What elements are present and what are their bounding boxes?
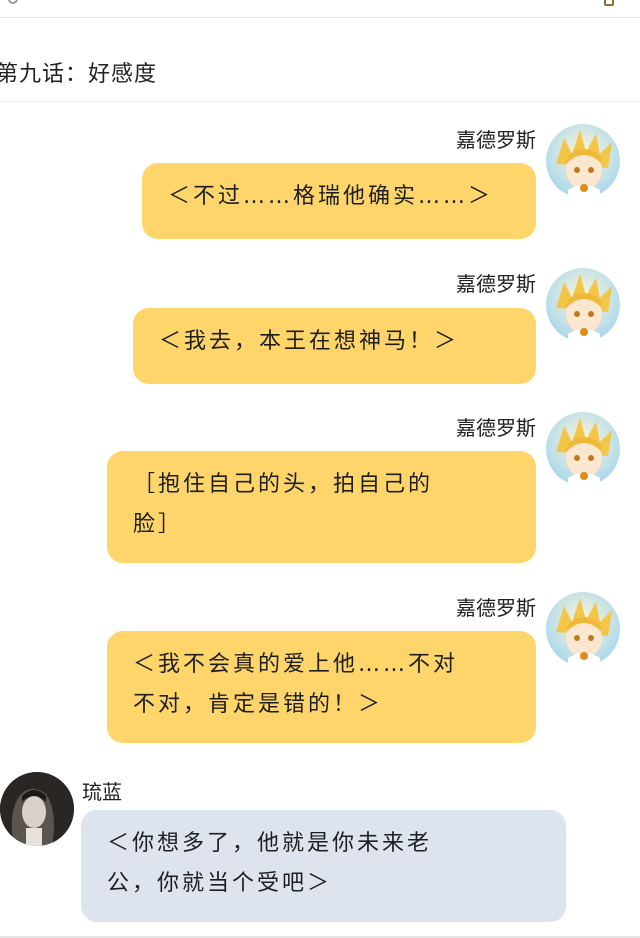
speaker-name: 嘉德罗斯 [456, 596, 536, 620]
avatar-blond-icon[interactable] [546, 268, 620, 342]
avatar-blond-icon[interactable] [546, 412, 620, 486]
message-text: ＜我去，本王在想神马！＞ [159, 329, 460, 354]
speaker-name: 嘉德罗斯 [456, 416, 536, 440]
message-text-line: ＜你想多了，他就是你未来老 [107, 831, 433, 856]
message-text-line: ［抱住自己的头，拍自己的 [133, 472, 434, 497]
circle-icon [8, 0, 18, 4]
speaker-name: 琉蓝 [82, 780, 122, 804]
message-text-line: ＜我不会真的爱上他……不对 [133, 652, 459, 677]
message-text-line: 公，你就当个受吧＞ [107, 871, 333, 896]
lock-icon [604, 0, 614, 6]
avatar-blond-icon[interactable] [546, 124, 620, 198]
chat-bubble: ＜不过……格瑞他确实……＞ [142, 163, 536, 239]
message-text: ＜不过……格瑞他确实……＞ [168, 184, 494, 209]
top-status-strip [0, 0, 640, 18]
avatar-dark-hair-icon[interactable] [0, 772, 74, 846]
chat-bubble: ＜我不会真的爱上他……不对 不对，肯定是错的！＞ [107, 631, 536, 743]
chapter-header: 第九话：好感度 [0, 18, 640, 102]
speaker-name: 嘉德罗斯 [456, 272, 536, 296]
message-text-line: 不对，肯定是错的！＞ [133, 692, 384, 717]
chat-bubble: ＜我去，本王在想神马！＞ [133, 308, 536, 384]
message-text-line: 脸］ [133, 512, 184, 537]
avatar-blond-icon[interactable] [546, 592, 620, 666]
chapter-title: 第九话：好感度 [0, 62, 158, 87]
speaker-name: 嘉德罗斯 [456, 128, 536, 152]
chat-bubble: ［抱住自己的头，拍自己的 脸］ [107, 451, 536, 563]
chat-bubble: ＜你想多了，他就是你未来老 公，你就当个受吧＞ [81, 810, 566, 922]
